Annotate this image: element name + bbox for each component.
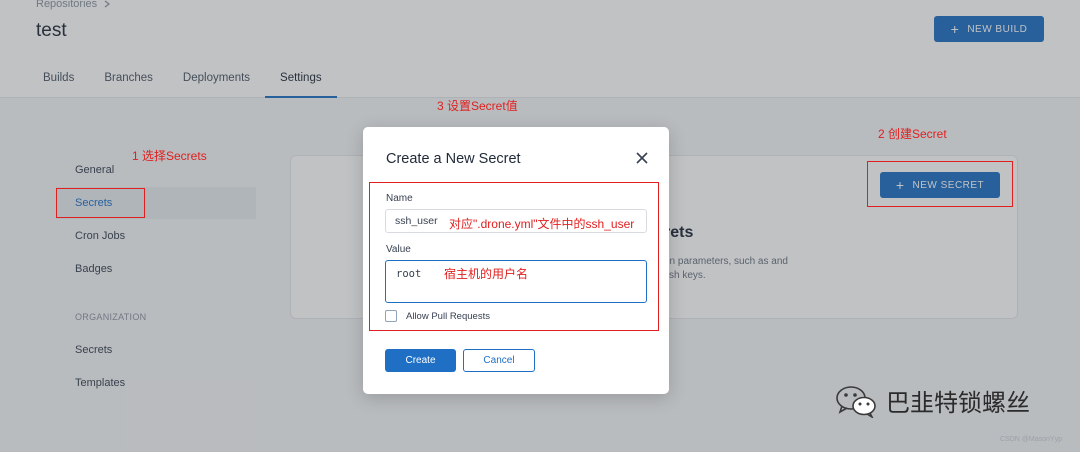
close-icon[interactable] (635, 151, 649, 165)
annotation-step2: 2 创建Secret (878, 127, 947, 141)
wechat-icon (836, 385, 876, 418)
annotation-box-form (369, 182, 659, 331)
annotation-value-note: 宿主机的用户名 (444, 267, 529, 281)
annotation-step3: 3 设置Secret值 (437, 99, 518, 113)
csdn-watermark: CSDN @MasonYyp (1000, 436, 1062, 443)
annotation-name-note: 对应".drone.yml"文件中的ssh_user (449, 217, 635, 231)
dialog-title: Create a New Secret (386, 151, 521, 167)
annotation-box-new-secret (867, 161, 1013, 207)
annotation-box-secrets (56, 188, 145, 218)
watermark-text: 巴韭特锁螺丝 (886, 389, 1030, 417)
annotation-step1: 1 选择Secrets (132, 149, 207, 163)
cancel-button[interactable]: Cancel (463, 349, 535, 372)
wechat-watermark: 巴韭特锁螺丝 (834, 383, 1030, 418)
create-button[interactable]: Create (385, 349, 456, 372)
